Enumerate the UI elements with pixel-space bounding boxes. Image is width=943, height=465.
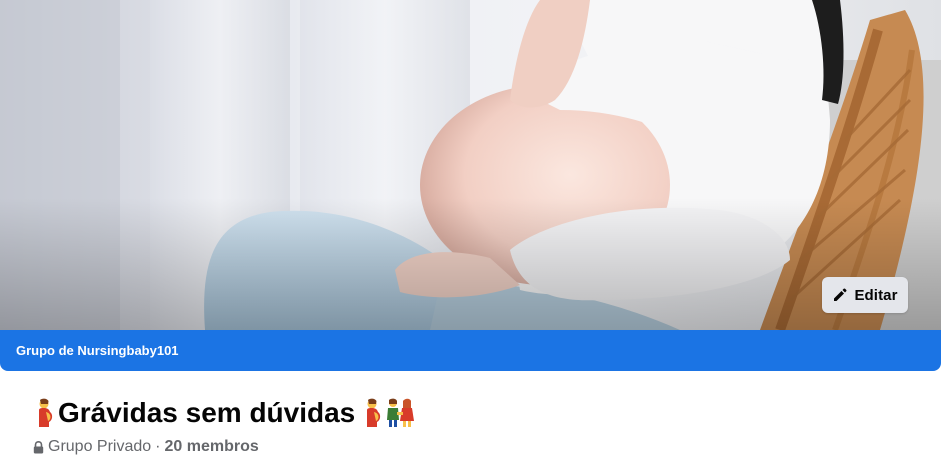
- lock-icon: [33, 440, 44, 453]
- member-count[interactable]: 20 membros: [165, 438, 259, 456]
- pregnant-woman-emoji-icon: [39, 398, 53, 427]
- pencil-icon: [834, 288, 847, 301]
- separator: ·: [155, 438, 161, 455]
- couple-emoji-icon: [387, 398, 415, 427]
- group-owner-bar: Grupo de Nursingbaby101: [0, 330, 941, 371]
- pregnant-woman-emoji-icon: [367, 398, 381, 427]
- pregnant-woman-cover-photo-icon: [0, 0, 941, 330]
- group-title: Grávidas sem dúvidas: [33, 393, 415, 433]
- group-name[interactable]: Grávidas sem dúvidas: [58, 397, 355, 429]
- edit-button-label: Editar: [854, 286, 898, 304]
- group-page: Editar Grupo de Nursingbaby101 Grávidas …: [0, 0, 943, 465]
- group-owner-text[interactable]: Grupo de Nursingbaby101: [16, 343, 179, 358]
- group-meta: Grupo Privado · 20 membros: [33, 436, 259, 458]
- privacy-label[interactable]: Grupo Privado: [48, 438, 151, 456]
- edit-cover-button[interactable]: Editar: [822, 277, 908, 313]
- cover-photo[interactable]: Editar: [0, 0, 941, 330]
